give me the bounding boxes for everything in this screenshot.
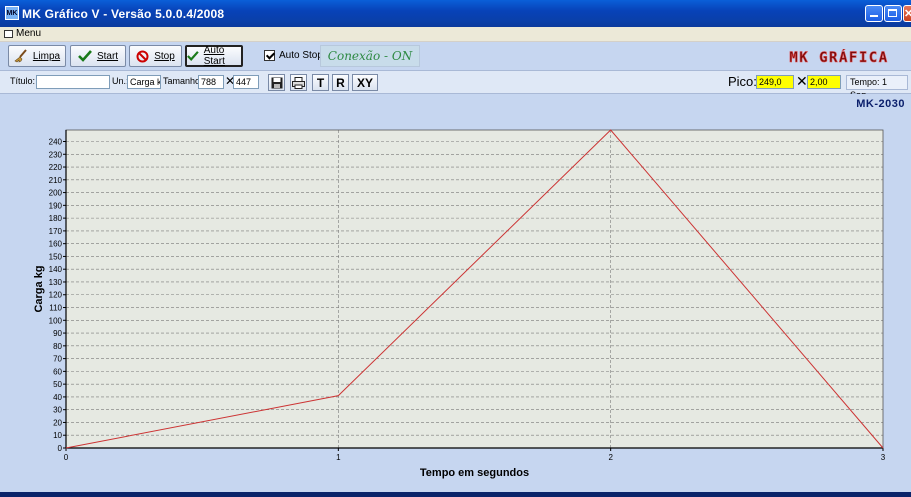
auto-stop-checkbox[interactable]: Auto Stop [264, 47, 323, 63]
y-tick-label: 10 [53, 431, 62, 440]
y-tick-label: 50 [53, 380, 62, 389]
window-border-bottom [0, 492, 911, 497]
y-axis-label: Carga kg [33, 265, 45, 312]
t-button[interactable]: T [312, 74, 329, 91]
y-tick-label: 90 [53, 329, 62, 338]
tempo-display: Tempo: 1 Seg. [846, 75, 908, 100]
y-tick-label: 190 [49, 201, 63, 210]
xy-button[interactable]: XY [352, 74, 378, 91]
app-icon-text: MK [6, 9, 18, 17]
maximize-button[interactable] [884, 5, 902, 22]
print-button[interactable] [290, 74, 307, 91]
menu-bar: Menu [0, 27, 911, 42]
menu-item-menu[interactable]: Menu [4, 27, 41, 40]
y-tick-label: 200 [49, 189, 63, 198]
width-input[interactable]: 788 [198, 75, 224, 89]
close-button[interactable]: ✕ [903, 5, 911, 22]
checkmark-icon [187, 51, 199, 61]
auto-start-button[interactable]: Auto Start [185, 45, 243, 67]
menu-item-label: Menu [16, 28, 42, 39]
y-tick-label: 140 [49, 265, 63, 274]
stop-label: Stop [154, 50, 175, 62]
titulo-label: Título: [10, 76, 36, 86]
y-tick-label: 60 [53, 367, 62, 376]
auto-start-label: Auto Start [203, 45, 225, 67]
auto-stop-label: Auto Stop [279, 49, 323, 61]
menu-icon [4, 29, 13, 38]
checkbox-box[interactable] [264, 49, 275, 61]
y-tick-label: 230 [49, 150, 63, 159]
pico-label: Pico: [728, 74, 757, 89]
y-tick-label: 180 [49, 214, 63, 223]
y-tick-label: 150 [49, 252, 63, 261]
y-tick-label: 0 [58, 444, 63, 453]
pico-value-input[interactable]: 249,0 [756, 75, 794, 89]
printer-icon [292, 76, 305, 89]
y-tick-label: 120 [49, 291, 63, 300]
y-tick-label: 100 [49, 316, 63, 325]
x-axis-label: Tempo em segundos [420, 467, 529, 479]
plot-background [66, 130, 883, 448]
times-icon: ✕ [796, 73, 808, 89]
maximize-icon [888, 9, 897, 17]
y-tick-label: 170 [49, 227, 63, 236]
stop-icon [136, 50, 149, 62]
y-tick-label: 130 [49, 278, 63, 287]
y-tick-label: 80 [53, 342, 62, 351]
y-tick-label: 210 [49, 176, 63, 185]
x-tick-label: 2 [608, 453, 613, 462]
connection-status: Conexão - ON [320, 45, 420, 67]
y-tick-label: 30 [53, 406, 62, 415]
start-label: Start [96, 50, 119, 62]
minimize-button[interactable] [865, 5, 883, 22]
y-tick-label: 70 [53, 355, 62, 364]
y-tick-label: 220 [49, 163, 63, 172]
x-tick-label: 1 [336, 453, 341, 462]
y-tick-label: 40 [53, 393, 62, 402]
unit-input[interactable]: Carga kg [127, 75, 161, 89]
close-icon: ✕ [904, 8, 911, 20]
broom-icon [14, 49, 27, 63]
main-toolbar: Limpa Start Stop Auto Start Auto Stop Co… [0, 42, 911, 70]
brand-text: MK GRÁFICA [789, 49, 888, 65]
save-button[interactable] [268, 74, 285, 91]
brand-logo: MK GRÁFICA [789, 49, 888, 65]
app-icon[interactable]: MK [5, 6, 19, 20]
y-tick-label: 20 [53, 418, 62, 427]
limpa-label: Limpa [32, 50, 61, 62]
params-toolbar: Título: Un.: Carga kg Tamanho: 788 ✕ 447… [0, 70, 911, 100]
pico-time-input[interactable]: 2,00 [807, 75, 841, 89]
minimize-icon [870, 15, 878, 17]
y-tick-label: 110 [49, 304, 62, 313]
load-chart: 0102030405060708090100110120130140150160… [33, 129, 886, 479]
height-input[interactable]: 447 [233, 75, 259, 89]
window-title: MK Gráfico V - Versão 5.0.0.4/2008 [22, 7, 225, 21]
limpa-button[interactable]: Limpa [8, 45, 66, 67]
title-bar[interactable]: MK MK Gráfico V - Versão 5.0.0.4/2008 ✕ [0, 0, 911, 27]
floppy-disk-icon [271, 77, 282, 88]
y-tick-label: 160 [49, 240, 63, 249]
checkmark-icon [78, 50, 92, 62]
tamanho-label: Tamanho: [163, 76, 203, 86]
r-button[interactable]: R [332, 74, 349, 91]
y-tick-label: 240 [49, 137, 63, 146]
x-tick-label: 0 [64, 453, 69, 462]
titulo-input[interactable] [36, 75, 110, 89]
start-button[interactable]: Start [70, 45, 126, 67]
stop-button[interactable]: Stop [129, 45, 182, 67]
x-tick-label: 3 [881, 453, 886, 462]
chart-area: MK-2030 0 10 20 30 40 50 60 70 80 90 100 110 120 130 1… [0, 94, 911, 492]
